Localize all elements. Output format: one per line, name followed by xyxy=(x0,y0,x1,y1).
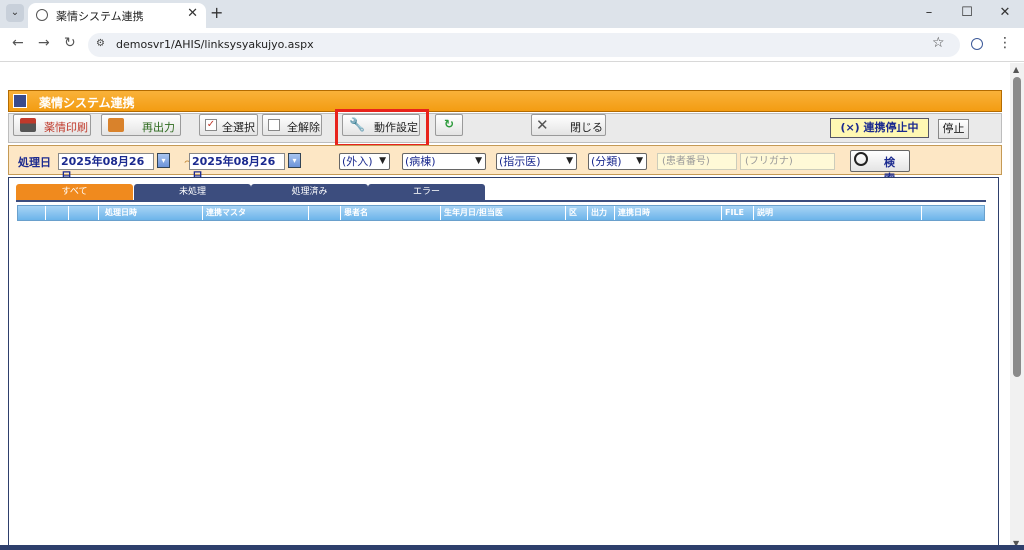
results-panel: すべて 未処理 処理済み エラー 処理日時 連携マスタ 患者名 生年月日/担当医… xyxy=(8,177,999,550)
globe-icon xyxy=(36,9,48,21)
column-header-birthdate-doctor[interactable]: 生年月日/担当医 xyxy=(441,206,566,220)
app-title-bar: 薬情システム連携 xyxy=(8,90,1002,112)
chevron-down-icon: ▼ xyxy=(475,156,482,166)
address-bar: ← → ↻ ⚙ demosvr1/AHIS/linksysyakujyo.asp… xyxy=(0,28,1024,62)
page-scrollbar[interactable]: ▲ ▼ xyxy=(1010,63,1024,550)
close-window-button[interactable]: ✕ xyxy=(986,0,1024,28)
unchecked-box-icon xyxy=(268,119,280,131)
tab-processed[interactable]: 処理済み xyxy=(251,184,368,200)
close-button[interactable]: ✕ 閉じる xyxy=(531,114,606,136)
chevron-down-icon: ▼ xyxy=(566,156,573,166)
maximize-button[interactable]: ☐ xyxy=(948,0,986,28)
printer-icon xyxy=(13,94,27,108)
patient-number-input[interactable]: (患者番号) xyxy=(657,153,737,170)
tab-search-button[interactable]: ⌄ xyxy=(6,4,24,22)
tab-unprocessed[interactable]: 未処理 xyxy=(134,184,251,200)
page-content: 薬情システム連携 薬情印刷 再出力 ✓ 全選択 全解除 🔧 動作設定 ↻ ✕ 閉… xyxy=(0,63,1010,550)
filter-bar: 処理日 2025年08月26日 ▾ ～ 2025年08月26日 ▾ (外入)▼ … xyxy=(8,145,1002,185)
kana-name-input[interactable]: (フリガナ) xyxy=(740,153,835,170)
date-to-field[interactable]: 2025年08月26日 xyxy=(189,153,285,183)
column-header-file[interactable]: FILE xyxy=(722,206,754,220)
grid-header: 処理日時 連携マスタ 患者名 生年月日/担当医 区 出力 連携日時 FILE 説… xyxy=(17,205,985,221)
settings-highlight-box xyxy=(335,109,429,147)
forward-icon[interactable]: → xyxy=(38,35,50,51)
refresh-icon: ↻ xyxy=(444,117,455,131)
calendar-icon[interactable]: ▾ xyxy=(157,153,170,168)
select-all-button[interactable]: ✓ 全選択 xyxy=(199,114,258,136)
close-x-icon: ✕ xyxy=(536,116,549,134)
print-button[interactable]: 薬情印刷 xyxy=(13,114,91,136)
tab-close-icon[interactable]: ✕ xyxy=(187,6,198,21)
column-header-patient-name[interactable]: 患者名 xyxy=(341,206,441,220)
url-input[interactable]: ⚙ demosvr1/AHIS/linksysyakujyo.aspx xyxy=(88,33,960,57)
column-header[interactable] xyxy=(922,206,984,220)
column-header[interactable] xyxy=(46,206,69,220)
browser-menu-icon[interactable]: ⋮ xyxy=(998,35,1012,51)
column-header-description[interactable]: 説明 xyxy=(754,206,922,220)
status-badge: (×) 連携停止中 xyxy=(830,118,929,138)
new-tab-button[interactable]: + xyxy=(210,3,223,22)
tab-error[interactable]: エラー xyxy=(368,184,485,200)
window-controls: – ☐ ✕ xyxy=(910,0,1024,28)
deselect-all-button[interactable]: 全解除 xyxy=(262,114,322,136)
page-title: 薬情システム連携 xyxy=(39,96,135,110)
tab-all[interactable]: すべて xyxy=(16,184,133,200)
chevron-down-icon: ▼ xyxy=(379,156,386,166)
back-icon[interactable]: ← xyxy=(12,35,24,51)
scroll-thumb[interactable] xyxy=(1013,77,1021,377)
printer-icon xyxy=(20,118,36,132)
column-header[interactable] xyxy=(18,206,46,220)
reload-icon[interactable]: ↻ xyxy=(64,35,76,51)
reprint-icon xyxy=(108,118,124,132)
ward-select[interactable]: (病棟) ▼ xyxy=(402,153,486,170)
column-header-category[interactable]: 区 xyxy=(566,206,588,220)
column-header-processing-time[interactable]: 処理日時 xyxy=(99,206,203,220)
browser-tab-bar: ⌄ 薬情システム連携 ✕ + – ☐ ✕ xyxy=(0,0,1024,28)
column-header-output[interactable]: 出力 xyxy=(588,206,615,220)
profile-icon[interactable] xyxy=(971,38,983,50)
calendar-icon[interactable]: ▾ xyxy=(288,153,301,168)
url-text: demosvr1/AHIS/linksysyakujyo.aspx xyxy=(116,38,314,51)
column-header-master[interactable]: 連携マスタ xyxy=(203,206,309,220)
stop-button[interactable]: 停止 xyxy=(938,119,969,139)
browser-tab[interactable]: 薬情システム連携 ✕ xyxy=(28,3,206,28)
bookmark-star-icon[interactable]: ☆ xyxy=(932,35,945,51)
checked-box-icon: ✓ xyxy=(205,119,217,131)
doctor-select[interactable]: (指示医) ▼ xyxy=(496,153,577,170)
date-from-field[interactable]: 2025年08月26日 xyxy=(58,153,154,183)
refresh-button[interactable]: ↻ xyxy=(435,114,463,136)
site-info-icon[interactable]: ⚙ xyxy=(96,38,105,49)
processing-date-label: 処理日 xyxy=(18,156,51,169)
outpatient-select[interactable]: (外入) ▼ xyxy=(339,153,390,170)
tab-divider xyxy=(16,200,986,202)
column-header[interactable] xyxy=(309,206,341,220)
taskbar-edge xyxy=(0,545,1024,550)
scroll-up-icon[interactable]: ▲ xyxy=(1013,65,1019,74)
column-header-link-time[interactable]: 連携日時 xyxy=(615,206,722,220)
minimize-button[interactable]: – xyxy=(910,0,948,28)
search-button[interactable]: 検 索 xyxy=(850,150,910,185)
search-icon xyxy=(854,152,868,166)
column-header[interactable] xyxy=(69,206,99,220)
category-select[interactable]: (分類) ▼ xyxy=(588,153,647,170)
reprint-button[interactable]: 再出力 xyxy=(101,114,181,136)
tab-title: 薬情システム連携 xyxy=(56,10,144,23)
chevron-down-icon: ▼ xyxy=(636,156,643,166)
